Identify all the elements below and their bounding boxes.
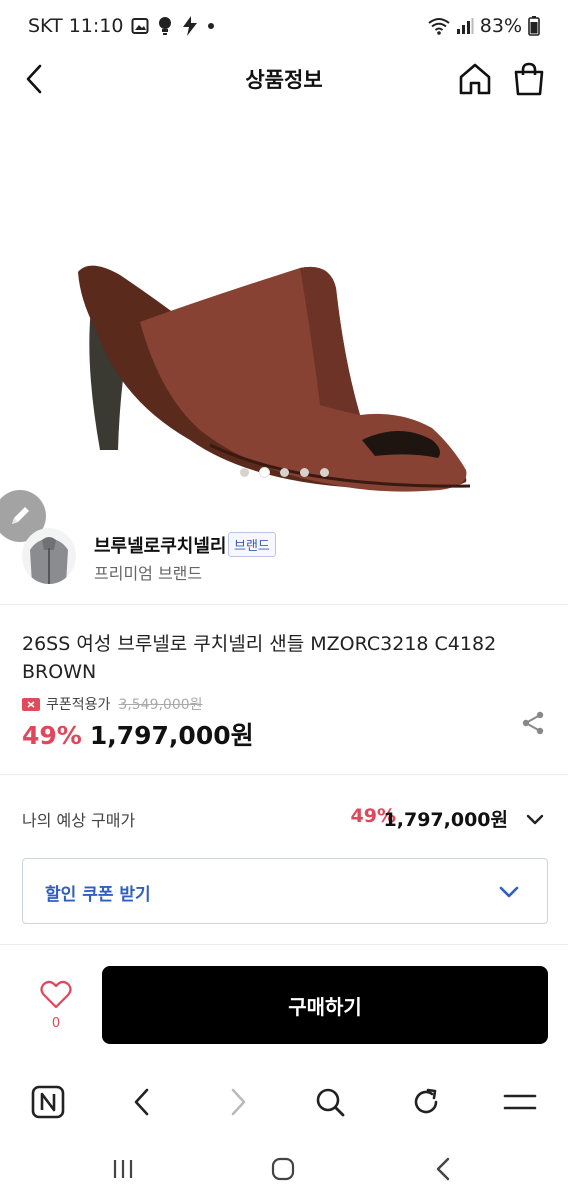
like-button[interactable]: 0 <box>34 980 78 1034</box>
divider <box>0 604 568 605</box>
home-circle-icon[interactable] <box>266 1154 300 1184</box>
n-home-icon[interactable] <box>28 1082 68 1122</box>
chevron-down-icon <box>497 880 521 904</box>
carousel-dot[interactable] <box>279 468 289 477</box>
carrier-time: SKT 11:10 <box>28 15 124 37</box>
divider <box>0 774 568 775</box>
coupon-label: 쿠폰적용가 <box>46 697 111 713</box>
original-price: 3,549,000원 <box>118 697 203 713</box>
divider <box>0 944 568 945</box>
brand-badge: 브랜드 <box>228 532 276 557</box>
carousel-dot[interactable] <box>299 468 309 477</box>
gallery-icon <box>131 17 149 35</box>
battery-text: 83% <box>479 15 522 37</box>
search-icon[interactable] <box>310 1082 350 1122</box>
home-icon[interactable] <box>456 60 494 98</box>
coupon-download-label: 할인 쿠폰 받기 <box>45 885 151 905</box>
system-back-icon[interactable] <box>426 1154 460 1184</box>
dot-icon <box>207 22 215 30</box>
forward-arrow-icon[interactable] <box>218 1082 258 1122</box>
expected-price-row[interactable]: 나의 예상 구매가 49% 1,797,000원 <box>22 800 548 836</box>
shopping-bag-icon[interactable] <box>510 60 548 98</box>
chevron-down-icon[interactable] <box>524 808 546 830</box>
browser-toolbar <box>0 1072 568 1132</box>
coupon-download-button[interactable]: 할인 쿠폰 받기 <box>22 858 548 924</box>
battery-icon <box>528 16 540 36</box>
coupon-price-row: 쿠폰적용가 3,549,000원 <box>22 694 203 714</box>
status-left: SKT 11:10 <box>28 15 215 37</box>
buy-button[interactable]: 구매하기 <box>102 966 548 1044</box>
bolt-icon <box>181 16 199 36</box>
wifi-icon <box>428 17 450 35</box>
signal-icon <box>456 17 474 35</box>
brand-subtitle: 프리미엄 브랜드 <box>94 564 203 583</box>
expected-price-label: 나의 예상 구매가 <box>22 811 136 830</box>
sandal-image <box>78 265 471 492</box>
status-right: 83% <box>428 15 540 37</box>
product-title: 26SS 여성 브루넬로 쿠치넬리 샌들 MZORC3218 C4182 BRO… <box>22 633 497 683</box>
brand-name[interactable]: 브루넬로쿠치넬리 <box>94 532 226 558</box>
brand-avatar[interactable] <box>22 528 76 584</box>
brand-row[interactable]: 브루넬로쿠치넬리 브랜드 프리미엄 브랜드 <box>22 524 552 588</box>
product-image[interactable] <box>0 110 568 500</box>
carousel-dot[interactable] <box>239 468 249 477</box>
sale-price: 1,797,000원 <box>89 721 254 750</box>
refresh-icon[interactable] <box>406 1082 446 1122</box>
heart-icon <box>40 980 72 1009</box>
like-count: 0 <box>51 1016 61 1031</box>
recents-icon[interactable] <box>106 1154 140 1184</box>
share-icon[interactable] <box>520 710 546 736</box>
status-bar: SKT 11:10 83% <box>0 0 568 52</box>
back-arrow-icon[interactable] <box>122 1082 162 1122</box>
top-nav: 상품정보 <box>0 52 568 106</box>
expected-price: 1,797,000원 <box>383 809 508 831</box>
carousel-dot-active[interactable] <box>259 468 269 477</box>
carousel-dot[interactable] <box>319 468 329 477</box>
coupon-icon <box>22 697 40 711</box>
menu-icon[interactable] <box>500 1082 540 1122</box>
carousel-dots[interactable] <box>0 468 568 477</box>
discount-rate: 49% <box>22 721 82 750</box>
bulb-icon <box>157 16 173 36</box>
system-navigation <box>0 1140 568 1200</box>
price-row: 49% 1,797,000원 <box>22 716 254 752</box>
